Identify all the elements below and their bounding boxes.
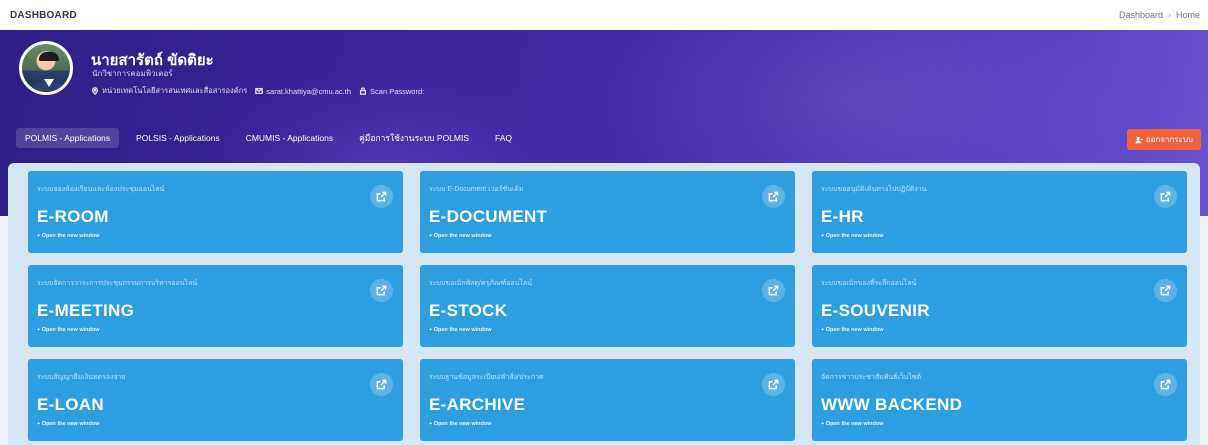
app-card-e-loan[interactable]: ระบบสัญญายืมเงินทดรองจ่าย E-LOAN + Open …	[28, 359, 403, 441]
open-new-window-link[interactable]: + Open the new window	[37, 421, 100, 427]
app-card-subtitle: ระบบ E-Document เวอร์ชันเดิม	[429, 186, 524, 193]
top-bar: DASHBOARD Dashboard › Home	[0, 0, 1208, 30]
tab-faq[interactable]: FAQ	[486, 128, 521, 148]
app-card-e-hr[interactable]: ระบบขออนุมัติเดินทางไปปฏิบัติงาน E-HR + …	[812, 171, 1187, 253]
tab-polmis-manual[interactable]: คู่มือการใช้งานระบบ POLMIS	[350, 126, 478, 150]
avatar	[19, 41, 73, 95]
app-card-title: E-DOCUMENT	[429, 207, 548, 226]
app-card-subtitle: ระบบสัญญายืมเงินทดรองจ่าย	[37, 374, 126, 381]
scan-password[interactable]: Scan Password:	[359, 87, 424, 96]
app-card-subtitle: ระบบขอเบิกของที่ระลึกออนไลน์	[821, 280, 917, 287]
breadcrumb-dashboard[interactable]: Dashboard	[1119, 10, 1163, 20]
app-tabs: POLMIS - Applications POLSIS - Applicati…	[16, 127, 529, 149]
lock-icon	[359, 87, 367, 95]
app-card-title: E-SOUVENIR	[821, 301, 930, 320]
breadcrumb: Dashboard › Home	[1119, 10, 1200, 20]
app-card-subtitle: จัดการข่าวประชาสัมพันธ์เว็บไซต์	[821, 374, 922, 381]
open-new-window-link[interactable]: + Open the new window	[429, 233, 492, 239]
app-card-e-room[interactable]: ระบบจองห้องเรียนและห้องประชุมออนไลน์ E-R…	[28, 171, 403, 253]
open-new-window-link[interactable]: + Open the new window	[821, 421, 884, 427]
breadcrumb-home[interactable]: Home	[1176, 10, 1200, 20]
app-card-e-stock[interactable]: ระบบขอเบิกพัสดุ/ครุภัณฑ์ออนไลน์ E-STOCK …	[420, 265, 795, 347]
external-link-icon[interactable]	[762, 185, 785, 208]
logout-label: ออกจากระบบ	[1145, 135, 1193, 144]
open-new-window-link[interactable]: + Open the new window	[821, 327, 884, 333]
external-link-icon[interactable]	[762, 279, 785, 302]
app-card-e-document[interactable]: ระบบ E-Document เวอร์ชันเดิม E-DOCUMENT …	[420, 171, 795, 253]
external-link-icon[interactable]	[762, 373, 785, 396]
external-link-icon[interactable]	[1154, 279, 1177, 302]
external-link-icon[interactable]	[370, 279, 393, 302]
open-new-window-link[interactable]: + Open the new window	[429, 421, 492, 427]
external-link-icon[interactable]	[370, 373, 393, 396]
external-link-icon[interactable]	[1154, 185, 1177, 208]
mail-icon	[255, 87, 264, 95]
open-new-window-link[interactable]: + Open the new window	[37, 327, 100, 333]
app-card-subtitle: ระบบจองห้องเรียนและห้องประชุมออนไลน์	[37, 186, 165, 193]
app-card-title: WWW BACKEND	[821, 395, 963, 414]
app-card-title: E-HR	[821, 207, 864, 226]
app-card-title: E-ROOM	[37, 207, 109, 226]
profile-unit: หน่วยเทคโนโลยีสารสนเทศและสื่อสารองค์กร	[91, 85, 247, 97]
profile-email-text[interactable]: sarat.khattiya@cmu.ac.th	[266, 87, 351, 96]
tab-polmis-applications[interactable]: POLMIS - Applications	[16, 128, 120, 148]
user-logout-icon	[1135, 136, 1143, 143]
app-card-title: E-ARCHIVE	[429, 395, 526, 414]
page-title: DASHBOARD	[10, 9, 77, 21]
applications-grid: ระบบจองห้องเรียนและห้องประชุมออนไลน์ E-R…	[28, 171, 1187, 441]
app-card-title: E-LOAN	[37, 395, 104, 414]
app-card-subtitle: ระบบขออนุมัติเดินทางไปปฏิบัติงาน	[821, 186, 927, 193]
tab-cmumis-applications[interactable]: CMUMIS - Applications	[237, 128, 342, 148]
open-new-window-link[interactable]: + Open the new window	[37, 233, 100, 239]
profile-email: sarat.khattiya@cmu.ac.th	[255, 87, 351, 96]
logout-button[interactable]: ออกจากระบบ	[1126, 129, 1201, 150]
avatar-hair	[39, 52, 59, 61]
external-link-icon[interactable]	[370, 185, 393, 208]
app-card-e-meeting[interactable]: ระบบจัดการวาระการประชุมกรรมการบริหารออนไ…	[28, 265, 403, 347]
scan-password-label: Scan Password:	[370, 86, 425, 96]
app-card-subtitle: ระบบขอเบิกพัสดุ/ครุภัณฑ์ออนไลน์	[429, 280, 532, 287]
applications-panel: ระบบจองห้องเรียนและห้องประชุมออนไลน์ E-R…	[8, 163, 1200, 445]
tab-polsis-applications[interactable]: POLSIS - Applications	[127, 128, 229, 148]
profile-meta: หน่วยเทคโนโลยีสารสนเทศและสื่อสารองค์กร s…	[91, 85, 428, 97]
app-card-e-archive[interactable]: ระบบฐานข้อมูลระเบียบ/คำสั่ง/ประกาศ E-ARC…	[420, 359, 795, 441]
profile-unit-text: หน่วยเทคโนโลยีสารสนเทศและสื่อสารองค์กร	[102, 86, 248, 95]
app-card-title: E-MEETING	[37, 301, 135, 320]
location-pin-icon	[91, 87, 99, 95]
open-new-window-link[interactable]: + Open the new window	[429, 327, 492, 333]
profile-role: นักวิชาการคอมพิวเตอร์	[92, 69, 173, 78]
app-card-subtitle: ระบบฐานข้อมูลระเบียบ/คำสั่ง/ประกาศ	[429, 374, 544, 381]
app-card-www-backend[interactable]: จัดการข่าวประชาสัมพันธ์เว็บไซต์ WWW BACK…	[812, 359, 1187, 441]
app-card-title: E-STOCK	[429, 301, 508, 320]
app-card-e-souvenir[interactable]: ระบบขอเบิกของที่ระลึกออนไลน์ E-SOUVENIR …	[812, 265, 1187, 347]
external-link-icon[interactable]	[1154, 373, 1177, 396]
open-new-window-link[interactable]: + Open the new window	[821, 233, 884, 239]
breadcrumb-separator: ›	[1167, 10, 1171, 20]
app-card-subtitle: ระบบจัดการวาระการประชุมกรรมการบริหารออนไ…	[37, 280, 198, 287]
